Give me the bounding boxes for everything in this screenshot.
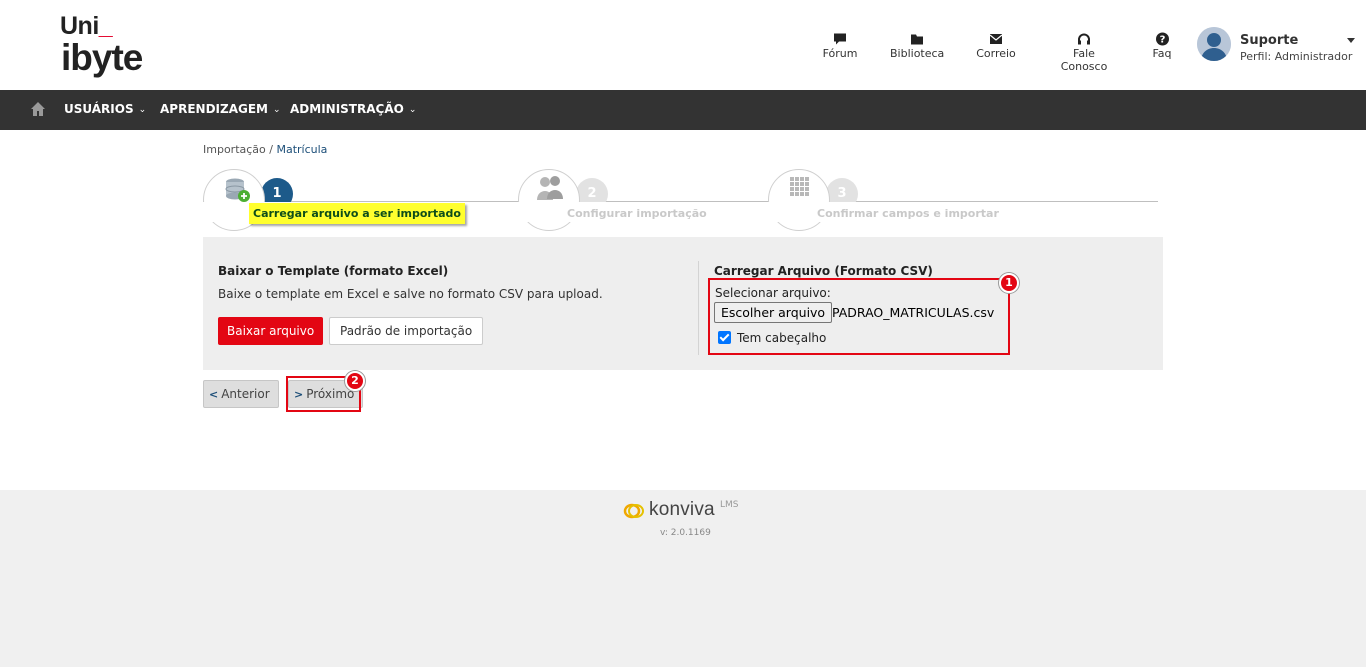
- logo-text-uni: Uni: [60, 12, 99, 40]
- topnav-fale-conosco[interactable]: Fale Conosco: [1049, 32, 1119, 73]
- version-text: v: 2.0.1169: [660, 528, 711, 538]
- topnav-fale-conosco-label: Fale Conosco: [1060, 47, 1108, 73]
- user-silhouette-icon: [1197, 27, 1231, 61]
- user-profile: Perfil: Administrador: [1240, 50, 1353, 63]
- chevron-down-icon: ⌄: [272, 105, 281, 115]
- user-name[interactable]: Suporte: [1240, 33, 1298, 48]
- annotation-badge-1: 1: [999, 273, 1019, 293]
- chevron-left-icon: <: [209, 388, 219, 401]
- selected-file-name: PADRAO_MATRICULAS.csv: [832, 305, 995, 320]
- konviva-ring-icon: [623, 503, 644, 519]
- header: Uni_ ibyte Fórum Biblioteca Correio Fale…: [0, 0, 1366, 90]
- template-section-description: Baixe o template em Excel e salve no for…: [218, 287, 603, 301]
- logo-text-ibyte: ibyte: [61, 37, 143, 78]
- import-panel: Baixar o Template (formato Excel) Baixe …: [203, 237, 1163, 370]
- headset-icon: [1078, 33, 1090, 45]
- menu-usuarios[interactable]: USUÁRIOS ⌄: [64, 102, 146, 116]
- chat-icon: [834, 33, 846, 45]
- topnav-correio[interactable]: Correio: [975, 32, 1017, 62]
- menu-administracao[interactable]: ADMINISTRAÇÃO ⌄: [290, 102, 416, 116]
- breadcrumb-parent[interactable]: Importação: [203, 143, 266, 156]
- topnav-forum[interactable]: Fórum: [822, 32, 858, 62]
- menu-administracao-label: ADMINISTRAÇÃO: [290, 102, 404, 116]
- home-icon[interactable]: [30, 101, 46, 117]
- menu-aprendizagem[interactable]: APRENDIZAGEM ⌄: [160, 102, 281, 116]
- topnav-biblioteca[interactable]: Biblioteca: [890, 32, 944, 62]
- has-header-label[interactable]: Tem cabeçalho: [737, 331, 826, 345]
- menu-aprendizagem-label: APRENDIZAGEM: [160, 102, 268, 116]
- wizard-progress-line: [203, 201, 1158, 202]
- topnav-faq[interactable]: ? Faq: [1151, 32, 1173, 62]
- chevron-down-icon: ⌄: [138, 105, 147, 115]
- konviva-wordmark: konviva: [649, 499, 715, 520]
- svg-text:?: ?: [1159, 35, 1165, 46]
- topnav-correio-label: Correio: [976, 47, 1016, 60]
- main-content: Importação / Matrícula 1 Carregar arquiv…: [0, 130, 1366, 490]
- breadcrumb: Importação / Matrícula: [203, 143, 327, 156]
- envelope-icon: [989, 34, 1003, 44]
- topnav-faq-label: Faq: [1152, 47, 1172, 60]
- panel-divider: [698, 261, 699, 355]
- wizard-step-2-label: Configurar importação: [567, 207, 707, 220]
- user-menu-caret-icon[interactable]: [1347, 38, 1355, 43]
- menu-usuarios-label: USUÁRIOS: [64, 102, 134, 116]
- download-template-button[interactable]: Baixar arquivo: [218, 317, 324, 345]
- breadcrumb-separator: /: [265, 143, 277, 156]
- wizard-step-1-label: Carregar arquivo a ser importado: [249, 203, 465, 224]
- chevron-down-icon: ⌄: [408, 105, 417, 115]
- previous-button[interactable]: < Anterior: [203, 380, 279, 408]
- wizard-step-3-label: Confirmar campos e importar: [817, 207, 999, 220]
- avatar[interactable]: [1197, 27, 1231, 61]
- topnav-forum-label: Fórum: [822, 47, 858, 60]
- logo-underscore: _: [98, 12, 113, 40]
- select-file-label: Selecionar arquivo:: [715, 286, 831, 300]
- template-section-title: Baixar o Template (formato Excel): [218, 264, 449, 278]
- topnav-biblioteca-label: Biblioteca: [890, 47, 945, 60]
- folder-icon: [911, 34, 923, 45]
- import-pattern-button[interactable]: Padrão de importação: [329, 317, 484, 345]
- annotation-badge-2: 2: [345, 371, 365, 391]
- question-icon: ?: [1155, 32, 1169, 46]
- upload-section-title: Carregar Arquivo (Formato CSV): [714, 264, 933, 278]
- previous-button-label: Anterior: [221, 387, 270, 401]
- breadcrumb-current: Matrícula: [276, 143, 328, 156]
- main-menu-bar: USUÁRIOS ⌄ APRENDIZAGEM ⌄ ADMINISTRAÇÃO ⌄: [0, 90, 1366, 130]
- file-upload-highlight: Selecionar arquivo: Escolher arquivo PAD…: [708, 278, 1010, 355]
- uniibyte-logo[interactable]: Uni_ ibyte: [60, 12, 170, 80]
- konviva-lms-sup: LMS: [720, 500, 739, 510]
- has-header-checkbox[interactable]: [718, 331, 731, 344]
- choose-file-button[interactable]: Escolher arquivo: [714, 302, 833, 323]
